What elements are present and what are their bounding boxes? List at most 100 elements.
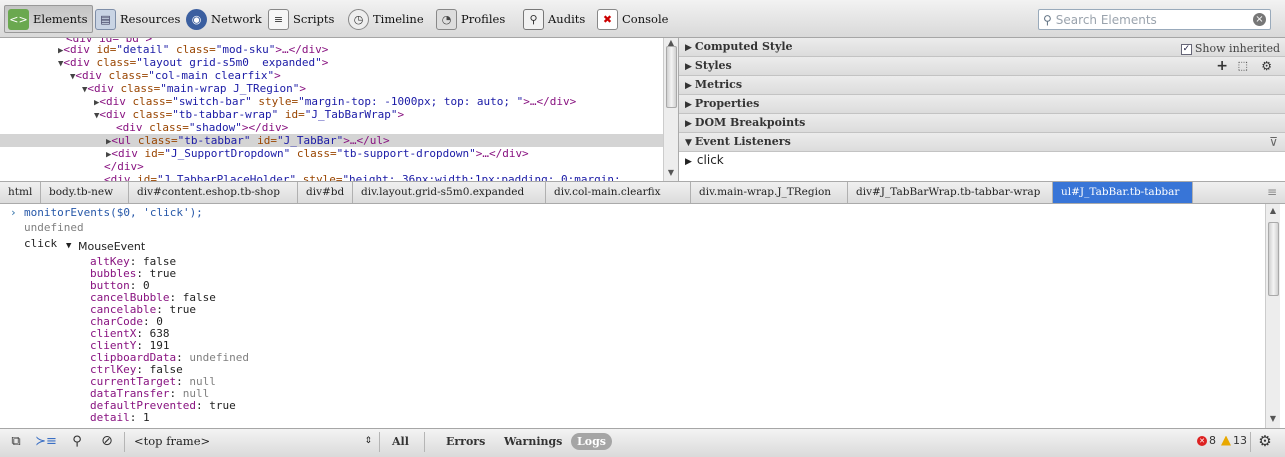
breadcrumb-item[interactable]: div#J_TabBarWrap.tb-tabbar-wrap bbox=[848, 182, 1053, 203]
tag-text: > bbox=[274, 69, 281, 82]
breadcrumb-item[interactable]: div.layout.grid-s5m0.expanded bbox=[353, 182, 546, 203]
filter-logs[interactable]: Logs bbox=[571, 433, 612, 450]
error-count[interactable]: ✕ 8 bbox=[1197, 434, 1216, 447]
event-type[interactable]: MouseEvent bbox=[78, 241, 145, 253]
dom-breakpoints-section[interactable]: ▶ DOM Breakpoints bbox=[679, 114, 1285, 133]
tab-console[interactable]: ✖ Console bbox=[594, 5, 672, 33]
breadcrumb-item[interactable]: div.main-wrap.J_TRegion bbox=[691, 182, 848, 203]
dom-node[interactable]: ▶<div class="switch-bar" style="margin-t… bbox=[0, 95, 663, 108]
breadcrumb-item[interactable]: div.col-main.clearfix bbox=[546, 182, 691, 203]
drawer-resize-icon[interactable]: ≡ bbox=[1267, 185, 1277, 199]
divider bbox=[124, 432, 125, 452]
tag-text: <div bbox=[63, 43, 90, 56]
tab-scripts[interactable]: ≡ Scripts bbox=[265, 5, 338, 33]
breadcrumb-item[interactable]: div#content.eshop.tb-shop bbox=[129, 182, 298, 203]
attr-name: class= bbox=[113, 82, 161, 95]
attr-value: "col-main clearfix" bbox=[148, 69, 275, 82]
tab-profiles[interactable]: ◔ Profiles bbox=[433, 5, 509, 33]
breadcrumb-item[interactable]: ul#J_TabBar.tb-tabbar bbox=[1053, 182, 1193, 203]
filter-icon[interactable]: ⊽ bbox=[1269, 133, 1278, 151]
timeline-icon: ◷ bbox=[348, 8, 369, 30]
styles-section[interactable]: ▶ Styles + ⬚ ⚙ bbox=[679, 57, 1285, 76]
tab-network[interactable]: ◉ Network bbox=[183, 5, 266, 33]
tag-text: >…</div> bbox=[275, 43, 329, 56]
dom-node-selected[interactable]: ▶<ul class="tb-tabbar" id="J_TabBar">…</… bbox=[0, 134, 663, 147]
attr-name: id= bbox=[130, 173, 157, 181]
attr-name: class= bbox=[142, 121, 189, 134]
attr-value: "mod-sku" bbox=[215, 43, 276, 56]
collapse-icon[interactable]: ▼ bbox=[66, 240, 71, 252]
breadcrumb-item[interactable]: body.tb-new bbox=[41, 182, 129, 203]
dom-node[interactable]: ▼<div class="col-main clearfix"> bbox=[0, 69, 663, 82]
tab-elements[interactable]: <> Elements bbox=[4, 5, 93, 33]
scroll-thumb[interactable] bbox=[1268, 222, 1279, 296]
property-value: undefined bbox=[189, 351, 249, 364]
dom-node[interactable]: </div> bbox=[0, 160, 663, 173]
search-icon[interactable]: ⚲ bbox=[65, 429, 89, 453]
divider bbox=[424, 432, 425, 452]
scroll-up-icon[interactable]: ▲ bbox=[1267, 206, 1279, 218]
tab-timeline[interactable]: ◷ Timeline bbox=[345, 5, 428, 33]
tab-resources[interactable]: ▤ Resources bbox=[92, 5, 184, 33]
computed-style-section[interactable]: ▶ Computed Style ✓ Show inherited bbox=[679, 38, 1285, 57]
scroll-down-icon[interactable]: ▼ bbox=[1267, 414, 1279, 426]
tag-text: <ul bbox=[111, 134, 132, 147]
warning-count-value: 13 bbox=[1233, 434, 1247, 447]
properties-section[interactable]: ▶ Properties bbox=[679, 95, 1285, 114]
add-rule-icon[interactable]: + bbox=[1216, 57, 1228, 75]
tag-text: </div> bbox=[104, 160, 144, 173]
property-value: true bbox=[209, 399, 236, 412]
attr-name: style= bbox=[296, 173, 343, 181]
frame-select[interactable]: <top frame> ⇕ bbox=[126, 431, 376, 451]
dom-node[interactable]: <div class="shadow"></div> bbox=[0, 121, 663, 134]
filter-errors[interactable]: Errors bbox=[440, 433, 491, 450]
dom-node[interactable]: ▶<div id="J_SupportDropdown" class="tb-s… bbox=[0, 147, 663, 160]
dock-icon[interactable]: ⧉ bbox=[4, 429, 28, 453]
dom-node[interactable]: ▼<div class="layout grid-s5m0 expanded"> bbox=[0, 56, 663, 69]
dom-node[interactable]: <div id="J_TabbarPlaceHolder" style="hei… bbox=[0, 173, 663, 181]
select-arrows-icon: ⇕ bbox=[364, 436, 372, 446]
tab-audits[interactable]: ⚲ Audits bbox=[520, 5, 589, 33]
attr-value: "J_TabBarWrap" bbox=[304, 108, 398, 121]
filter-all[interactable]: All bbox=[386, 433, 415, 450]
console-result: undefined bbox=[24, 221, 84, 234]
console-scrollbar[interactable]: ▲ ▼ bbox=[1265, 204, 1280, 428]
warning-count[interactable]: 13 bbox=[1221, 434, 1247, 447]
element-state-icon[interactable]: ⬚ bbox=[1238, 57, 1248, 75]
audits-icon: ⚲ bbox=[523, 8, 544, 30]
breadcrumb-item[interactable]: div#bd bbox=[298, 182, 353, 203]
scroll-thumb[interactable] bbox=[666, 46, 677, 108]
event-listeners-section[interactable]: ▼ Event Listeners ⊽ bbox=[679, 133, 1285, 152]
dom-node-content: <div id="J_TabbarPlaceHolder" style="hei… bbox=[104, 173, 621, 181]
tag-text: >…</ul> bbox=[343, 134, 390, 147]
dom-node[interactable]: ▶<div id="detail" class="mod-sku">…</div… bbox=[0, 43, 663, 56]
attr-name: class= bbox=[169, 43, 216, 56]
search-input[interactable]: ⚲ Search Elements × bbox=[1038, 9, 1271, 30]
settings-gear-icon[interactable]: ⚙ bbox=[1254, 429, 1276, 453]
status-bar: ⧉ ≻≡ ⚲ ⊘ <top frame> ⇕ All Errors Warnin… bbox=[0, 428, 1285, 457]
dom-node[interactable]: ▼<div class="tb-tabbar-wrap" id="J_TabBa… bbox=[0, 108, 663, 121]
attr-value: "tb-support-dropdown" bbox=[336, 147, 476, 160]
scroll-down-icon[interactable]: ▼ bbox=[665, 168, 677, 180]
divider bbox=[379, 432, 380, 452]
breadcrumb-item[interactable]: html bbox=[0, 182, 41, 203]
tag-text: <div bbox=[99, 108, 126, 121]
clear-search-icon[interactable]: × bbox=[1253, 13, 1266, 26]
attr-name: class= bbox=[89, 56, 137, 69]
tab-label: Scripts bbox=[293, 12, 335, 26]
tag-text: <div bbox=[75, 69, 102, 82]
console-drawer-icon[interactable]: ≻≡ bbox=[34, 429, 58, 453]
elements-icon: <> bbox=[8, 8, 29, 30]
section-label: Event Listeners bbox=[694, 135, 791, 148]
filter-warnings[interactable]: Warnings bbox=[498, 433, 568, 450]
dom-scrollbar[interactable]: ▲ ▼ bbox=[663, 38, 678, 181]
gear-icon[interactable]: ⚙ bbox=[1261, 57, 1272, 75]
error-count-value: 8 bbox=[1209, 434, 1216, 447]
tag-text: <div bbox=[111, 147, 138, 160]
clear-console-icon[interactable]: ⊘ bbox=[95, 429, 119, 453]
tag-text: > bbox=[299, 82, 306, 95]
metrics-section[interactable]: ▶ Metrics bbox=[679, 76, 1285, 95]
dom-node[interactable]: ▼<div class="main-wrap J_TRegion"> bbox=[0, 82, 663, 95]
show-inherited-checkbox[interactable]: ✓ Show inherited bbox=[1180, 40, 1280, 58]
event-listener-item[interactable]: ▶ click bbox=[685, 153, 724, 167]
